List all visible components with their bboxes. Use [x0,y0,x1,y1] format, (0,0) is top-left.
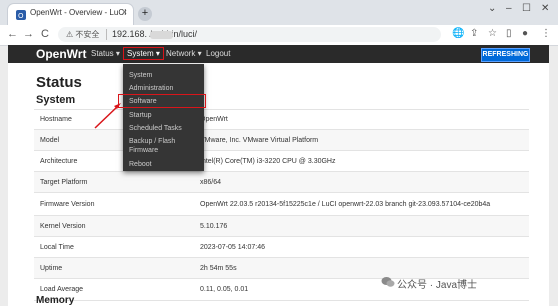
translate-icon[interactable]: 🌐 [452,28,464,39]
software-highlight-box [118,94,206,108]
back-icon[interactable]: ← [7,28,18,40]
menu-kebab-icon[interactable]: ⋮ [541,28,551,39]
row-value: OpenWrt 22.03.5 r20134-5f15225c1e / LuCI… [200,201,491,208]
forward-icon[interactable]: → [23,28,34,40]
table-row: Local Time 2023-07-05 14:07:46 [34,236,529,258]
refreshing-badge[interactable]: REFRESHING [481,48,530,62]
tab-title: OpenWrt - Overview - LuCI [30,8,127,17]
browser-tab-bar: O OpenWrt - Overview - LuCI × + ⌄ – ☐ ✕ [0,0,558,25]
row-value: 2023-07-05 14:07:46 [200,244,265,251]
menu-network[interactable]: Network ▾ [166,49,202,58]
watermark-text: 公众号 · Java博士 [397,280,478,291]
menu-item-firmware[interactable]: Firmware [129,146,158,155]
address-toolbar: ← → C ⚠ 不安全 192.168. /cgi-bin/luci/ 🌐 ⇪ … [0,25,558,46]
tab-search-icon[interactable]: ⌄ [488,3,496,14]
security-warning[interactable]: ⚠ 不安全 [66,29,99,40]
row-label: Hostname [40,116,72,123]
maximize-icon[interactable]: ☐ [522,3,531,14]
wechat-icon [381,277,395,287]
row-label: Kernel Version [40,223,86,230]
main-content: Status System Hostname OpenWrt Model VMwar… [8,63,549,306]
tab-close-icon[interactable]: × [122,7,127,17]
menu-status[interactable]: Status ▾ [91,49,120,58]
omnibox-divider [106,29,107,40]
table-row: Architecture Intel(R) Core(TM) i3-3220 CP… [34,150,529,172]
menu-item-administration[interactable]: Administration [129,84,173,93]
row-label: Firmware Version [40,201,95,208]
row-value: 0.11, 0.05, 0.01 [200,286,249,293]
openwrt-navbar: OpenWrt Status ▾ System ▾ Network ▾ Logo… [8,45,549,63]
row-label: Load Average [40,286,84,293]
sidepanel-icon[interactable]: ▯ [506,28,512,39]
star-icon[interactable]: ☆ [488,28,497,39]
profile-icon[interactable]: ● [522,28,528,39]
svg-text:O: O [18,12,24,20]
new-tab-button[interactable]: + [138,7,152,21]
memory-section-title: Memory [36,295,75,306]
row-label: Target Platform [40,179,88,186]
section-title: System [36,94,76,106]
row-value: VMware, Inc. VMware Virtual Platform [200,137,319,144]
row-label: Architecture [40,158,78,165]
table-row: Firmware Version OpenWrt 22.03.5 r20134-5… [34,192,529,216]
table-row: Target Platform x86/64 [34,171,529,193]
table-row: Kernel Version 5.10.176 [34,215,529,237]
menu-system[interactable]: System ▾ [123,47,164,60]
row-label: Model [40,137,60,144]
reload-icon[interactable]: C [41,28,49,40]
row-value: OpenWrt [200,116,228,123]
menu-item-reboot[interactable]: Reboot [129,160,152,169]
window-close-icon[interactable]: ✕ [541,3,549,14]
menu-item-system[interactable]: System [129,71,152,80]
system-dropdown-menu: System Administration Software Startup S… [123,64,204,171]
table-row: Hostname OpenWrt [34,109,529,130]
brand-logo[interactable]: OpenWrt [36,47,86,61]
url-field[interactable]: ⚠ 不安全 192.168. /cgi-bin/luci/ [58,27,441,42]
share-icon[interactable]: ⇪ [470,28,478,39]
row-label: Uptime [40,265,63,272]
page-title: Status [36,74,82,91]
redacted-ip [150,31,173,39]
browser-tab[interactable]: O OpenWrt - Overview - LuCI × [8,4,133,25]
menu-item-startup[interactable]: Startup [129,111,152,120]
menu-logout[interactable]: Logout [206,49,230,58]
menu-item-backup-flash[interactable]: Backup / Flash [129,137,175,146]
openwrt-favicon-icon: O [16,10,26,20]
row-value: x86/64 [200,179,222,186]
row-value: Intel(R) Core(TM) i3-3220 CPU @ 3.30GHz [200,158,336,165]
minimize-icon[interactable]: – [506,3,512,14]
row-value: 2h 54m 55s [200,265,237,272]
row-label: Local Time [40,244,74,251]
menu-item-scheduled-tasks[interactable]: Scheduled Tasks [129,124,182,133]
table-row: Model VMware, Inc. VMware Virtual Platfor… [34,129,529,151]
row-value: 5.10.176 [200,223,228,230]
